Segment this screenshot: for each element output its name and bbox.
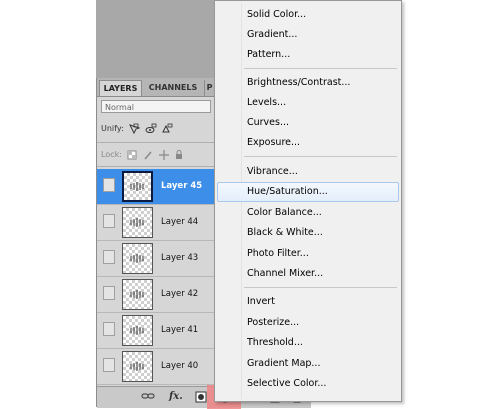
- visibility-toggle[interactable]: [103, 358, 115, 372]
- menu-separator: [244, 68, 397, 69]
- layer-thumbnail: [122, 171, 153, 202]
- unify-row: Unify:: [101, 122, 173, 136]
- layer-name: Layer 40: [161, 361, 199, 371]
- lock-row: Lock:: [101, 148, 184, 162]
- menu-item-selective-color[interactable]: Selective Color...: [217, 374, 399, 394]
- menu-item-hue-saturation[interactable]: Hue/Saturation...: [217, 182, 399, 202]
- unify-position-icon[interactable]: [128, 123, 141, 135]
- menu-item-brightness-contrast[interactable]: Brightness/Contrast...: [217, 73, 399, 93]
- menu-item-threshold[interactable]: Threshold...: [217, 333, 399, 353]
- unify-visibility-icon[interactable]: [145, 123, 157, 135]
- menu-item-color-balance[interactable]: Color Balance...: [217, 203, 399, 223]
- menu-item-photo-filter[interactable]: Photo Filter...: [217, 244, 399, 264]
- unify-label: Unify:: [101, 124, 124, 133]
- adjustment-layer-menu: Solid Color... Gradient... Pattern... Br…: [214, 0, 402, 402]
- visibility-toggle[interactable]: [103, 250, 115, 264]
- tab-channels[interactable]: CHANNELS: [143, 80, 203, 96]
- layer-name: Layer 41: [161, 325, 199, 335]
- lock-pixels-icon[interactable]: [143, 150, 153, 160]
- visibility-toggle[interactable]: [103, 178, 115, 192]
- menu-separator: [244, 287, 397, 288]
- layer-name: Layer 42: [161, 289, 199, 299]
- menu-item-curves[interactable]: Curves...: [217, 113, 399, 133]
- layer-mask-icon[interactable]: [195, 391, 207, 407]
- menu-item-solid-color[interactable]: Solid Color...: [217, 5, 399, 25]
- layer-name: Layer 43: [161, 253, 199, 263]
- menu-item-levels[interactable]: Levels...: [217, 93, 399, 113]
- menu-item-channel-mixer[interactable]: Channel Mixer...: [217, 264, 399, 284]
- tab-paths[interactable]: P: [204, 80, 214, 96]
- menu-item-pattern[interactable]: Pattern...: [217, 45, 399, 65]
- menu-item-posterize[interactable]: Posterize...: [217, 313, 399, 333]
- visibility-toggle[interactable]: [103, 322, 115, 336]
- menu-item-gradient-map[interactable]: Gradient Map...: [217, 354, 399, 374]
- layer-thumbnail: [122, 351, 153, 382]
- menu-item-exposure[interactable]: Exposure...: [217, 133, 399, 153]
- layer-name: Layer 45: [161, 181, 203, 191]
- visibility-toggle[interactable]: [103, 286, 115, 300]
- layer-thumbnail: [122, 243, 153, 274]
- menu-item-black-white[interactable]: Black & White...: [217, 223, 399, 243]
- lock-position-icon[interactable]: [158, 149, 169, 160]
- canvas-area: [96, 0, 216, 78]
- lock-all-icon[interactable]: [174, 149, 184, 160]
- unify-style-icon[interactable]: [161, 123, 173, 135]
- menu-item-vibrance[interactable]: Vibrance...: [217, 162, 399, 182]
- layer-name: Layer 44: [161, 217, 199, 227]
- link-layers-icon[interactable]: [141, 391, 155, 405]
- blend-mode-select[interactable]: Normal: [101, 100, 211, 113]
- layer-thumbnail: [122, 315, 153, 346]
- menu-item-gradient[interactable]: Gradient...: [217, 25, 399, 45]
- fx-icon[interactable]: fx.: [169, 391, 183, 403]
- menu-item-invert[interactable]: Invert: [217, 292, 399, 312]
- visibility-toggle[interactable]: [103, 214, 115, 228]
- layer-thumbnail: [122, 207, 153, 238]
- tab-layers[interactable]: LAYERS: [99, 80, 142, 96]
- layer-thumbnail: [122, 279, 153, 310]
- lock-transparency-icon[interactable]: [127, 150, 137, 160]
- menu-separator: [244, 156, 397, 157]
- lock-label: Lock:: [101, 150, 122, 159]
